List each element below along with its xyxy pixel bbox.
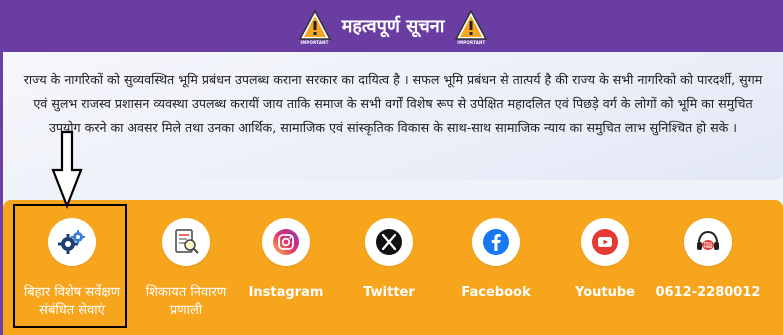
important-warning-icon: IMPORTANT [454, 9, 488, 45]
service-twitter[interactable]: Twitter [334, 218, 444, 302]
instagram-icon [262, 218, 310, 266]
service-label: Instagram [248, 285, 324, 300]
service-label: Youtube [575, 285, 635, 300]
youtube-icon [581, 218, 629, 266]
highlight-annotation-box [13, 204, 127, 328]
notice-title: महत्वपूर्ण सूचना [341, 16, 445, 37]
grievance-document-icon [162, 218, 210, 266]
service-label: शिकायत निवारण प्रणाली [145, 285, 227, 318]
service-toll-free[interactable]: TOLL FREE 0612-2280012 [653, 218, 763, 302]
notice-text: राज्य के नागरिकों को सुव्यवस्थित भूमि प्… [23, 72, 763, 135]
service-facebook[interactable]: Facebook [441, 218, 551, 302]
important-warning-icon: IMPORTANT [298, 9, 332, 45]
service-instagram[interactable]: Instagram [231, 218, 341, 302]
toll-free-icon: TOLL FREE [684, 218, 732, 266]
facebook-icon [472, 218, 520, 266]
notice-header: IMPORTANT महत्वपूर्ण सूचना IMPORTANT [3, 0, 783, 52]
service-label: 0612-2280012 [655, 285, 761, 300]
x-twitter-icon [365, 218, 413, 266]
notice-body: राज्य के नागरिकों को सुव्यवस्थित भूमि प्… [3, 52, 783, 180]
service-grievance[interactable]: शिकायत निवारण प्रणाली [131, 218, 241, 320]
down-arrow-annotation [51, 130, 83, 210]
svg-text:FREE: FREE [704, 245, 713, 249]
service-label: Facebook [461, 285, 531, 300]
service-youtube[interactable]: Youtube [550, 218, 660, 302]
service-label: Twitter [363, 285, 415, 300]
